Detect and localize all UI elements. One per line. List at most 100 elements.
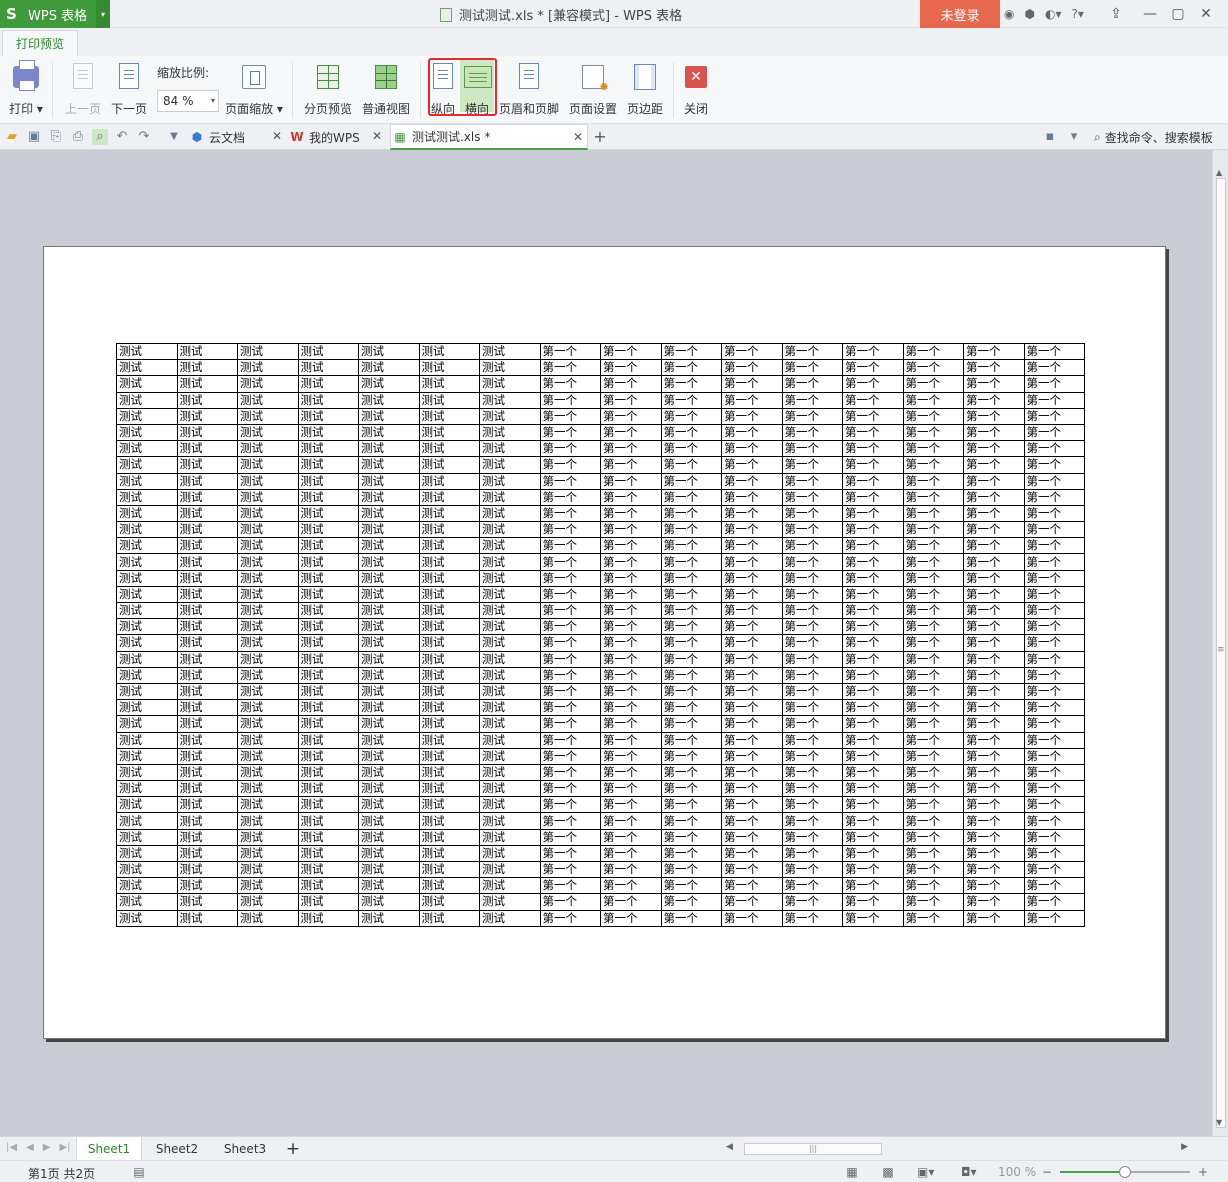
- minimize-icon[interactable]: —: [1138, 2, 1162, 26]
- print-button[interactable]: 打印 ▾: [8, 60, 44, 118]
- doc-tab-active[interactable]: ▦ 测试测试.xls * ✕: [390, 124, 588, 150]
- app-name: WPS 表格: [28, 8, 88, 24]
- add-sheet-icon[interactable]: +: [282, 1137, 304, 1161]
- horizontal-scroll-thumb[interactable]: |||: [744, 1143, 882, 1155]
- scroll-down-icon[interactable]: ▼: [1216, 1118, 1222, 1127]
- table-cell: 测试: [237, 650, 299, 668]
- table-cell: 第一个: [781, 391, 843, 409]
- reading-view-icon[interactable]: ▣▾: [917, 1165, 934, 1179]
- table-cell: 测试: [237, 456, 299, 474]
- prev-sheet-icon[interactable]: ◀: [26, 1142, 34, 1153]
- table-cell: 测试: [358, 537, 420, 555]
- table-cell: 第一个: [660, 456, 722, 474]
- close-tab-icon[interactable]: ✕: [372, 129, 382, 143]
- table-cell: 测试: [237, 407, 299, 425]
- close-tab-icon[interactable]: ✕: [272, 129, 282, 143]
- margins-button[interactable]: 页边距: [625, 60, 665, 118]
- app-menu-button[interactable]: S WPS 表格 ▾: [0, 0, 110, 28]
- command-search[interactable]: ⌕ 查找命令、搜索模板: [1094, 129, 1213, 146]
- save-icon[interactable]: ▣: [26, 129, 42, 145]
- eye-protection-icon[interactable]: ◘▾: [961, 1165, 977, 1179]
- chevron-down-icon[interactable]: ▾: [211, 91, 215, 111]
- table-cell: 第一个: [660, 731, 722, 749]
- next-page-button[interactable]: 下一页: [109, 60, 149, 118]
- redo-icon[interactable]: ↷: [136, 129, 152, 145]
- table-row: 测试 测试 测试 测试 测试 测试 测试 第一个 第一个 第一个 第一个 第一个 第一个 第一个 第一个 第一…: [116, 407, 1085, 425]
- skin-icon[interactable]: ◉: [1004, 7, 1014, 21]
- close-tab-icon[interactable]: ✕: [573, 130, 583, 144]
- zoom-slider[interactable]: [1060, 1166, 1190, 1178]
- vertical-scrollbar[interactable]: ▲ ≡ ▼: [1212, 150, 1228, 1136]
- settings-icon[interactable]: ⬢: [1024, 7, 1034, 21]
- table-cell: 测试: [418, 715, 480, 733]
- table-cell: 测试: [358, 893, 420, 911]
- next-sheet-icon[interactable]: ▶: [43, 1142, 51, 1153]
- orientation-highlight: [428, 58, 497, 116]
- table-cell: 测试: [297, 666, 359, 684]
- table-cell: 测试: [176, 666, 238, 684]
- page-break-view-status-icon[interactable]: ▩: [881, 1165, 895, 1179]
- ribbon-separator: [52, 62, 53, 118]
- open-folder-icon[interactable]: ▰: [4, 129, 20, 145]
- scroll-right-icon[interactable]: ▶: [1181, 1142, 1188, 1152]
- quick-access-dropdown-icon[interactable]: ▼: [166, 129, 182, 145]
- undo-icon[interactable]: ↶: [114, 129, 130, 145]
- table-cell: 测试: [297, 893, 359, 911]
- table-cell: 第一个: [660, 440, 722, 458]
- table-cell: 第一个: [963, 618, 1025, 636]
- login-button[interactable]: 未登录: [920, 0, 1000, 28]
- prev-page-button[interactable]: 上一页: [63, 60, 103, 118]
- zoom-in-icon[interactable]: +: [1196, 1165, 1210, 1179]
- macro-icon[interactable]: ▤: [132, 1165, 146, 1179]
- scroll-left-icon[interactable]: ◀: [726, 1142, 733, 1152]
- table-cell: 测试: [479, 618, 541, 636]
- page-setup-button[interactable]: 页面设置: [567, 60, 619, 118]
- new-tab-icon[interactable]: +: [592, 129, 608, 145]
- doc-tab-label: 我的WPS: [309, 130, 360, 145]
- page-break-preview-button[interactable]: 分页预览: [302, 60, 354, 118]
- restore-ribbon-icon[interactable]: ⇪: [1104, 2, 1128, 26]
- quick-print-icon[interactable]: ⎙: [70, 129, 86, 145]
- help-icon[interactable]: ? ▾: [1071, 7, 1083, 21]
- table-cell: 测试: [116, 909, 178, 927]
- app-menu-dropdown-icon[interactable]: ▾: [96, 0, 110, 28]
- scroll-up-icon[interactable]: ▲: [1216, 168, 1222, 177]
- table-cell: 第一个: [842, 585, 904, 604]
- tab-options-icon[interactable]: ▾: [1066, 129, 1082, 145]
- last-sheet-icon[interactable]: ▶|: [59, 1142, 70, 1153]
- sheet-tab-sheet1[interactable]: Sheet1: [76, 1137, 142, 1161]
- table-cell: 第一个: [902, 440, 964, 458]
- normal-view-button[interactable]: 普通视图: [360, 60, 412, 118]
- zoom-out-icon[interactable]: −: [1040, 1165, 1054, 1179]
- table-cell: 第一个: [660, 796, 722, 814]
- table-cell: 测试: [237, 893, 299, 911]
- page-scale-button[interactable]: 页面缩放 ▾: [224, 60, 284, 118]
- header-footer-button[interactable]: 页眉和页脚: [498, 60, 560, 118]
- table-cell: 第一个: [963, 488, 1025, 506]
- table-cell: 测试: [418, 488, 480, 506]
- sheet-tab-sheet2[interactable]: Sheet2: [144, 1137, 210, 1161]
- normal-view-status-icon[interactable]: ▦: [845, 1165, 859, 1179]
- horizontal-scrollbar[interactable]: ◀ ||| ▶: [716, 1141, 1196, 1157]
- tab-list-icon[interactable]: ▪: [1042, 129, 1058, 145]
- close-preview-button[interactable]: ✕ 关闭: [680, 60, 712, 118]
- table-cell: 第一个: [539, 828, 601, 846]
- table-cell: 测试: [116, 844, 178, 863]
- first-sheet-icon[interactable]: |◀: [6, 1142, 17, 1153]
- doc-tab-cloud[interactable]: ⬢ 云文档 ✕: [190, 124, 286, 150]
- export-pdf-icon[interactable]: ⎘: [48, 129, 64, 145]
- print-preview-icon[interactable]: ⌕: [92, 129, 108, 145]
- maximize-icon[interactable]: ▢: [1166, 2, 1190, 26]
- zoom-percent: 100 %: [998, 1165, 1037, 1179]
- feedback-icon[interactable]: ◐▾: [1045, 7, 1062, 21]
- zoom-combobox[interactable]: 84 % ▾: [157, 90, 219, 112]
- tab-print-preview[interactable]: 打印预览: [2, 30, 78, 56]
- table-row: 测试 测试 测试 测试 测试 测试 测试 第一个 第一个 第一个 第一个 第一个 第一个 第一个 第一个 第一…: [116, 893, 1085, 911]
- table-cell: 测试: [358, 763, 420, 782]
- close-window-icon[interactable]: ✕: [1194, 2, 1218, 26]
- table-cell: 第一个: [781, 521, 843, 539]
- page-setup-icon: [582, 65, 609, 94]
- sheet-tab-sheet3[interactable]: Sheet3: [212, 1137, 278, 1161]
- doc-tab-my-wps[interactable]: W 我的WPS ✕: [290, 124, 386, 150]
- zoom-slider-handle[interactable]: [1119, 1166, 1131, 1178]
